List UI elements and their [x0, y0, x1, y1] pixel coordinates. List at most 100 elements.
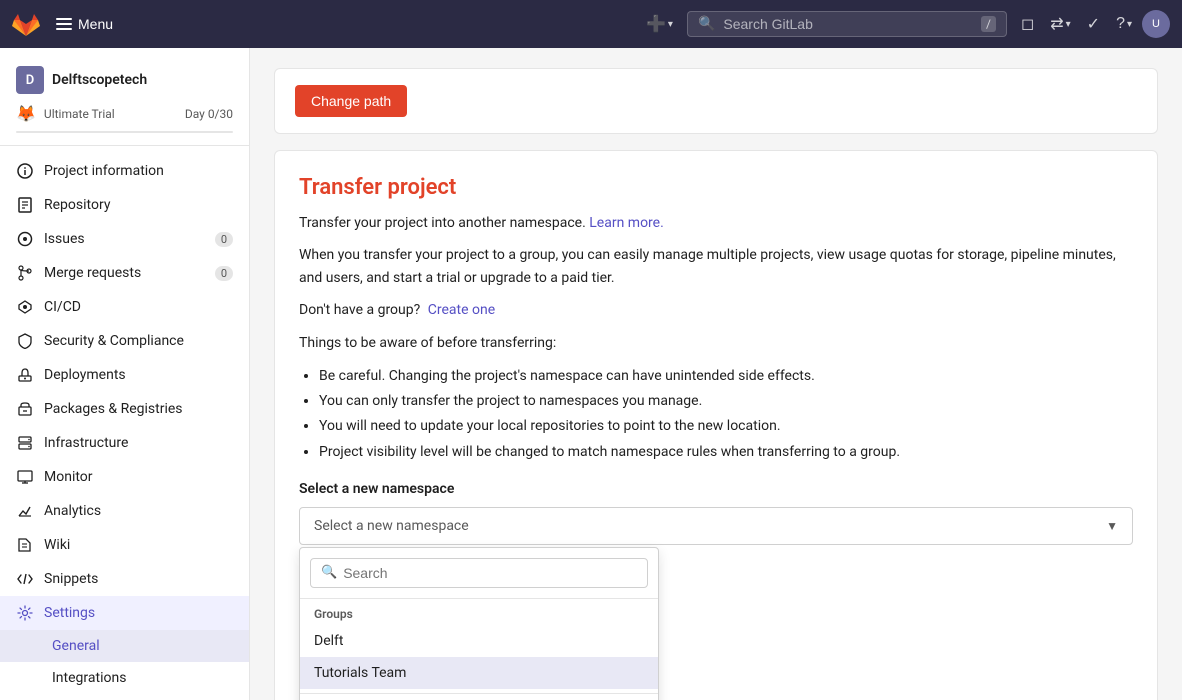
sidebar-item-wiki-label: Wiki [44, 537, 233, 553]
gitlab-logo[interactable] [12, 10, 40, 38]
sidebar-item-security-compliance-label: Security & Compliance [44, 333, 233, 349]
sidebar-item-analytics[interactable]: Analytics [0, 494, 249, 528]
namespace-select[interactable]: Select a new namespace ▼ [299, 507, 1133, 545]
deploy-icon [16, 366, 34, 384]
create-button[interactable]: ➕ ▾ [640, 8, 679, 40]
search-input[interactable] [723, 16, 973, 32]
namespace-select-placeholder: Select a new namespace [314, 518, 469, 534]
sidebar-item-cicd-label: CI/CD [44, 299, 233, 315]
chart-icon [16, 502, 34, 520]
main-content: Change path Transfer project Transfer yo… [250, 48, 1182, 700]
sidebar-merge-badge: 0 [215, 266, 233, 281]
sidebar: D Delftscopetech 🦊 Ultimate Trial Day 0/… [0, 48, 250, 700]
namespace-select-wrapper: Select a new namespace ▼ 🔍 Groups Delf [299, 507, 1133, 545]
transfer-warnings-title: Things to be aware of before transferrin… [299, 332, 1133, 354]
repository-icon [16, 196, 34, 214]
sidebar-item-snippets-label: Snippets [44, 571, 233, 587]
org-avatar: D [16, 66, 44, 94]
sidebar-item-project-information-label: Project information [44, 163, 233, 179]
sidebar-item-issues-label: Issues [44, 231, 205, 247]
sidebar-item-deployments-label: Deployments [44, 367, 233, 383]
sidebar-item-issues[interactable]: Issues 0 [0, 222, 249, 256]
hamburger-icon [56, 18, 72, 30]
menu-button[interactable]: Menu [48, 12, 121, 36]
sidebar-item-snippets[interactable]: Snippets [0, 562, 249, 596]
sidebar-item-infrastructure[interactable]: Infrastructure [0, 426, 249, 460]
merge-icon [16, 264, 34, 282]
sidebar-item-deployments[interactable]: Deployments [0, 358, 249, 392]
learn-more-link[interactable]: Learn more. [589, 215, 664, 231]
dropdown-item-tutorials-team[interactable]: Tutorials Team [300, 657, 658, 689]
dropdown-search-input[interactable] [343, 565, 637, 581]
org-row[interactable]: D Delftscopetech [16, 60, 233, 100]
sidebar-item-integrations-label: Integrations [52, 670, 233, 686]
sidebar-item-wiki[interactable]: Wiki [0, 528, 249, 562]
menu-label: Menu [78, 16, 113, 32]
sidebar-item-project-information[interactable]: Project information [0, 154, 249, 188]
sidebar-item-webhooks[interactable]: Webhooks [0, 694, 249, 700]
trial-row: 🦊 Ultimate Trial Day 0/30 [16, 100, 233, 123]
cicd-icon [16, 298, 34, 316]
change-path-card: Change path [274, 68, 1158, 134]
merge-requests-nav-button[interactable]: ⇄ ▾ [1044, 8, 1076, 40]
transfer-no-group: Don't have a group? Create one [299, 299, 1133, 321]
issues-icon [16, 230, 34, 248]
trial-label: Ultimate Trial [44, 107, 115, 121]
sidebar-item-repository-label: Repository [44, 197, 233, 213]
transfer-bullet-1: You can only transfer the project to nam… [319, 389, 1133, 414]
sidebar-header: D Delftscopetech 🦊 Ultimate Trial Day 0/… [0, 48, 249, 146]
search-icon: 🔍 [321, 565, 337, 580]
create-one-link[interactable]: Create one [428, 302, 495, 318]
sidebar-item-integrations[interactable]: Integrations [0, 662, 249, 694]
sidebar-item-general[interactable]: General [0, 630, 249, 662]
global-search[interactable]: 🔍 / [687, 11, 1007, 37]
chevron-down-icon: ▼ [1106, 519, 1118, 533]
sidebar-item-merge-requests-label: Merge requests [44, 265, 205, 281]
todos-button[interactable]: ✓ [1081, 8, 1106, 40]
sidebar-item-repository[interactable]: Repository [0, 188, 249, 222]
sidebar-item-monitor[interactable]: Monitor [0, 460, 249, 494]
sidebar-item-security-compliance[interactable]: Security & Compliance [0, 324, 249, 358]
monitor-icon [16, 468, 34, 486]
sidebar-item-settings[interactable]: Settings [0, 596, 249, 630]
nav-left-icons: ➕ ▾ [640, 8, 679, 40]
dropdown-search-inner: 🔍 [310, 558, 648, 588]
user-avatar-button[interactable]: U [1142, 10, 1170, 38]
dropdown-users-label: Users [300, 693, 658, 700]
server-icon [16, 434, 34, 452]
sidebar-item-merge-requests[interactable]: Merge requests 0 [0, 256, 249, 290]
dropdown-item-delft[interactable]: Delft [300, 625, 658, 657]
wiki-icon [16, 536, 34, 554]
transfer-bullets-list: Be careful. Changing the project's names… [319, 364, 1133, 465]
sidebar-issues-badge: 0 [215, 232, 233, 247]
settings-icon [16, 604, 34, 622]
sidebar-item-packages-registries-label: Packages & Registries [44, 401, 233, 417]
sidebar-item-infrastructure-label: Infrastructure [44, 435, 233, 451]
theme-button[interactable]: ◻ [1015, 8, 1040, 40]
transfer-bullet-2: You will need to update your local repos… [319, 414, 1133, 439]
shield-icon [16, 332, 34, 350]
transfer-title: Transfer project [299, 175, 1133, 200]
transfer-bullet-0: Be careful. Changing the project's names… [319, 364, 1133, 389]
sidebar-item-settings-label: Settings [44, 605, 233, 621]
namespace-label: Select a new namespace [299, 481, 1133, 497]
change-path-button[interactable]: Change path [295, 85, 407, 117]
info-icon [16, 162, 34, 180]
package-icon [16, 400, 34, 418]
sidebar-item-packages-registries[interactable]: Packages & Registries [0, 392, 249, 426]
top-navigation: Menu ➕ ▾ 🔍 / ◻ ⇄ ▾ ✓ ? ▾ U [0, 0, 1182, 48]
sidebar-item-general-label: General [52, 638, 233, 654]
help-button[interactable]: ? ▾ [1110, 9, 1138, 39]
dropdown-search-container: 🔍 [300, 548, 658, 599]
org-name: Delftscopetech [52, 72, 147, 88]
fox-icon: 🦊 [16, 104, 36, 123]
slash-shortcut: / [981, 16, 996, 32]
sidebar-item-monitor-label: Monitor [44, 469, 233, 485]
trial-progress-bar [16, 131, 233, 133]
sidebar-item-analytics-label: Analytics [44, 503, 233, 519]
sidebar-item-cicd[interactable]: CI/CD [0, 290, 249, 324]
sidebar-nav: Project information Repository Issues 0 [0, 146, 249, 700]
transfer-desc: Transfer your project into another names… [299, 212, 1133, 234]
nav-right-icons: ◻ ⇄ ▾ ✓ ? ▾ U [1015, 8, 1170, 40]
dropdown-groups-label: Groups [300, 599, 658, 625]
